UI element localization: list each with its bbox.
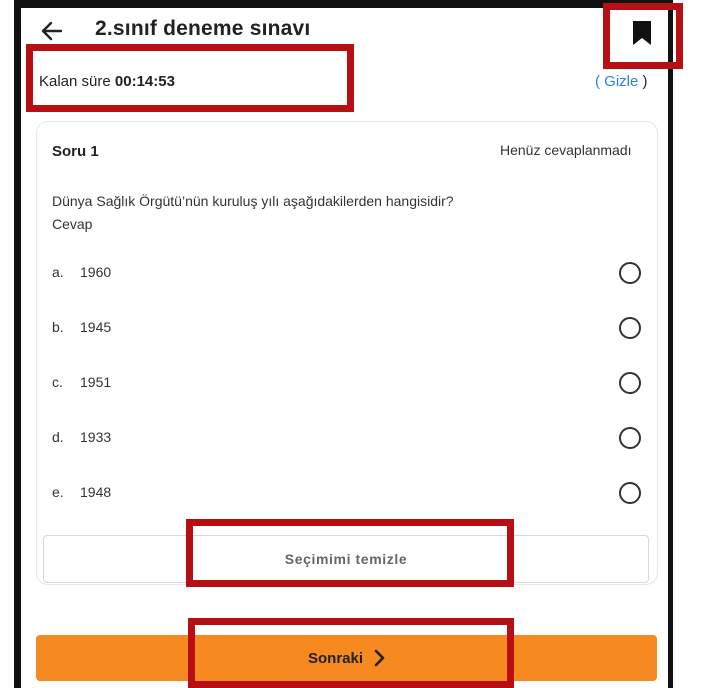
option-c[interactable]: c. 1951 bbox=[52, 368, 642, 398]
radio-button[interactable] bbox=[619, 372, 641, 394]
timer-value: 00:14:53 bbox=[114, 73, 175, 90]
next-label: Sonraki bbox=[307, 649, 364, 667]
question-prompt: Dünya Sağlık Örgütü’nün kuruluş yılı aşa… bbox=[52, 193, 454, 209]
chevron-right-icon bbox=[374, 649, 385, 667]
option-letter: c. bbox=[52, 374, 63, 390]
bookmark-icon[interactable] bbox=[631, 20, 653, 46]
timer: Kalan süre 00:14:53 bbox=[39, 73, 175, 90]
next-button[interactable]: Sonraki bbox=[36, 635, 657, 681]
option-b[interactable]: b. 1945 bbox=[52, 313, 642, 343]
page-title: 2.sınıf deneme sınavı bbox=[95, 17, 311, 40]
option-value: 1945 bbox=[80, 319, 112, 335]
option-d[interactable]: d. 1933 bbox=[52, 423, 642, 453]
close-paren: ) bbox=[642, 73, 648, 90]
radio-button[interactable] bbox=[619, 262, 641, 284]
timer-label: Kalan süre bbox=[39, 73, 111, 90]
option-value: 1933 bbox=[80, 429, 112, 445]
clear-selection-label: Seçimimi temizle bbox=[284, 551, 408, 567]
question-title: Soru 1 bbox=[52, 143, 99, 160]
option-value: 1960 bbox=[80, 264, 112, 280]
option-letter: d. bbox=[52, 429, 64, 445]
device-frame-right bbox=[668, 0, 673, 688]
option-value: 1951 bbox=[80, 374, 112, 390]
device-frame-left bbox=[14, 0, 21, 688]
radio-button[interactable] bbox=[619, 427, 641, 449]
answer-label: Cevap bbox=[52, 216, 93, 232]
option-letter: b. bbox=[52, 319, 64, 335]
device-frame-top bbox=[14, 0, 673, 8]
hide-timer-toggle[interactable]: ( Gizle ) bbox=[595, 73, 648, 90]
radio-button[interactable] bbox=[619, 317, 641, 339]
option-e[interactable]: e. 1948 bbox=[52, 478, 642, 508]
answer-status: Henüz cevaplanmadı bbox=[500, 142, 632, 158]
radio-button[interactable] bbox=[619, 482, 641, 504]
clear-selection-button[interactable]: Seçimimi temizle bbox=[43, 535, 649, 583]
option-letter: a. bbox=[52, 264, 64, 280]
question-text: Dünya Sağlık Örgütü’nün kuruluş yılı aşa… bbox=[52, 190, 612, 236]
hide-link[interactable]: Gizle bbox=[604, 73, 638, 90]
option-letter: e. bbox=[52, 484, 64, 500]
option-a[interactable]: a. 1960 bbox=[52, 258, 642, 288]
arrow-left-icon[interactable] bbox=[40, 18, 64, 44]
open-paren: ( bbox=[595, 73, 600, 90]
option-value: 1948 bbox=[80, 484, 112, 500]
